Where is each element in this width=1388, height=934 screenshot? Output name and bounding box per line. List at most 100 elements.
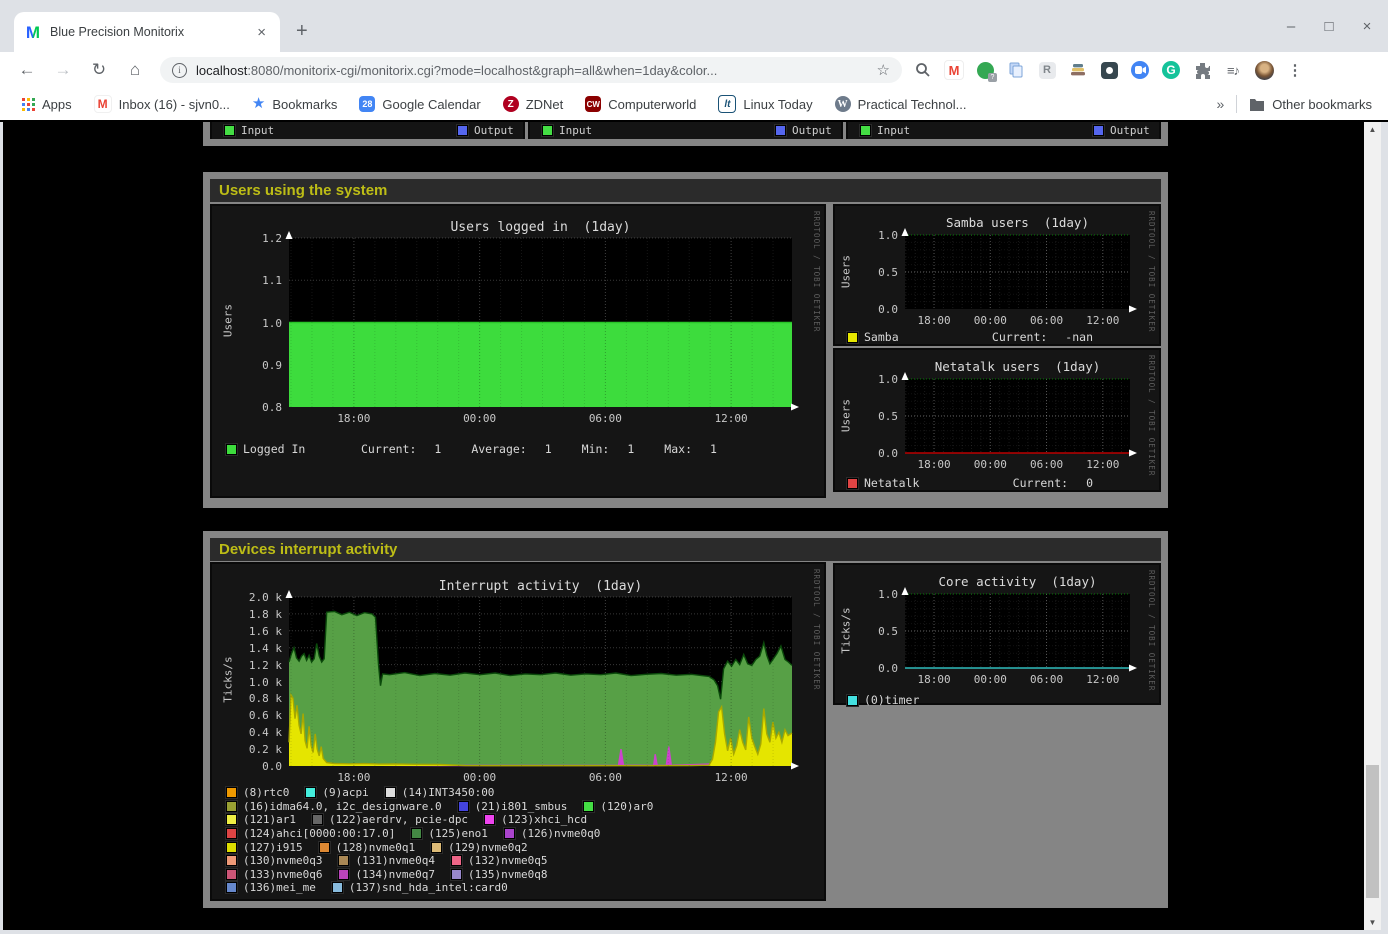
new-tab-button[interactable]: +	[296, 20, 308, 43]
x-tick-label: 12:00	[1078, 458, 1128, 471]
x-tick-label: 06:00	[580, 412, 630, 425]
interrupt-graph-legend: (8)rtc0(9)acpi(14)INT3450:00(16)idma64.0…	[226, 786, 816, 895]
browser-tab[interactable]: M Blue Precision Monitorix ×	[14, 12, 280, 52]
address-bar[interactable]: i localhost:8080/monitorix-cgi/monitorix…	[160, 57, 902, 83]
bookmark-item-calendar[interactable]: 28Google Calendar	[359, 96, 480, 112]
bookmark-item-cw[interactable]: CWComputerworld	[585, 96, 696, 112]
browser-window: M Blue Precision Monitorix × + – □ × ← →…	[0, 0, 1388, 934]
interrupt-legend-item: (137)snd_hda_intel:card0	[332, 881, 508, 894]
users-logged-in-panel: Users logged in (1day) Users RRDTOOL / T…	[210, 204, 826, 498]
interrupt-legend-item: (133)nvme0q6	[226, 868, 322, 881]
y-tick-label: 0.5	[835, 626, 898, 637]
legend-item: (0)timer	[847, 693, 919, 707]
interrupt-legend-item: (14)INT3450:00	[385, 786, 495, 799]
other-bookmarks-button[interactable]: Other bookmarks	[1272, 97, 1372, 112]
samba-users-graph[interactable]	[905, 235, 1130, 309]
scroll-up-arrow[interactable]: ▲	[1364, 122, 1381, 137]
playlist-icon[interactable]: ≡♪	[1222, 59, 1244, 81]
legend-item: Netatalk	[847, 476, 919, 490]
forward-button[interactable]: →	[50, 57, 76, 83]
zdnet-icon: Z	[503, 96, 519, 112]
window-minimize-button[interactable]: –	[1278, 18, 1304, 35]
window-close-button[interactable]: ×	[1354, 18, 1380, 35]
copy-pages-icon[interactable]	[1005, 59, 1027, 81]
core-activity-graph[interactable]	[905, 594, 1130, 668]
x-tick-label: 18:00	[329, 412, 379, 425]
keeper-icon[interactable]	[1098, 59, 1120, 81]
bookmark-item-apps-grid[interactable]: Apps	[22, 97, 72, 112]
cutoff-graph-panel[interactable]: InputOutput	[528, 122, 843, 139]
history-r-icon[interactable]: R	[1036, 59, 1058, 81]
interrupt-activity-graph[interactable]	[289, 597, 792, 766]
calendar-icon: 28	[359, 96, 375, 112]
window-maximize-button[interactable]: □	[1316, 18, 1342, 35]
legend-item: Logged In	[226, 442, 353, 456]
interrupt-legend-row: (121)ar1(122)aerdrv, pcie-dpc(123)xhci_h…	[226, 813, 816, 827]
phone-icon[interactable]: ?	[974, 59, 996, 81]
folder-icon	[1249, 97, 1265, 111]
x-tick-label: 12:00	[706, 412, 756, 425]
interrupt-legend-item: (21)i801_smbus	[458, 800, 568, 813]
y-tick-label: 0.8	[212, 402, 282, 413]
bookmarks-overflow-chevron[interactable]: »	[1217, 96, 1225, 112]
scrollbar-thumb[interactable]	[1366, 765, 1379, 898]
cutoff-graph-panel[interactable]: InputOutput	[846, 122, 1161, 139]
wordpress-icon: W	[835, 96, 851, 112]
scroll-down-arrow[interactable]: ▼	[1364, 915, 1381, 930]
x-tick-label: 12:00	[1078, 314, 1128, 327]
samba-graph-legend: SambaCurrent:-nan	[847, 330, 1123, 344]
url-host: localhost	[196, 63, 247, 78]
stat-current: Current:-nan	[992, 330, 1093, 344]
vertical-scrollbar[interactable]: ▲ ▼	[1364, 122, 1381, 930]
interrupt-graph-title: Interrupt activity (1day)	[289, 579, 792, 594]
search-icon[interactable]	[912, 59, 934, 81]
tab-close-icon[interactable]: ×	[253, 24, 270, 41]
grammarly-icon[interactable]: G	[1160, 59, 1182, 81]
y-tick-label: 0.0	[835, 663, 898, 674]
legend-stats: Current:1Average:1Min:1Max:1	[361, 442, 747, 456]
interrupt-legend-row: (124)ahci[0000:00:17.0](125)eno1(126)nvm…	[226, 827, 816, 841]
zoom-camera-icon[interactable]	[1129, 59, 1151, 81]
linuxtoday-icon: lt	[718, 95, 736, 113]
profile-avatar-icon[interactable]	[1253, 59, 1275, 81]
x-tick-label: 18:00	[329, 771, 379, 784]
y-tick-label: 0.5	[835, 267, 898, 278]
extensions-puzzle-icon[interactable]	[1191, 59, 1213, 81]
monitorix-page: InputOutputInputOutputInputOutput Users …	[3, 122, 1364, 930]
y-tick-label: 0.0	[835, 304, 898, 315]
svg-text:M: M	[26, 23, 40, 41]
y-tick-label: 1.4 k	[212, 643, 282, 654]
gmail-icon[interactable]: M	[943, 59, 965, 81]
bookmark-item-zdnet[interactable]: ZZDNet	[503, 96, 564, 112]
netatalk-graph-legend: NetatalkCurrent:0	[847, 476, 1123, 490]
bookmark-item-linuxtoday[interactable]: ltLinux Today	[718, 95, 812, 113]
interrupt-legend-row: (130)nvme0q3(131)nvme0q4(132)nvme0q5	[226, 854, 816, 868]
y-tick-label: 0.5	[835, 411, 898, 422]
url-text[interactable]: localhost:8080/monitorix-cgi/monitorix.c…	[196, 63, 871, 78]
x-tick-label: 06:00	[1022, 673, 1072, 686]
browser-toolbar: ← → ↻ ⌂ i localhost:8080/monitorix-cgi/m…	[0, 52, 1388, 88]
cutoff-graph-panel[interactable]: InputOutput	[210, 122, 525, 139]
users-logged-in-graph[interactable]	[289, 238, 792, 407]
interrupt-legend-item: (122)aerdrv, pcie-dpc	[312, 813, 468, 826]
top-partial-section: InputOutputInputOutputInputOutput	[203, 122, 1168, 146]
back-button[interactable]: ←	[14, 57, 40, 83]
devices-section-title: Devices interrupt activity	[210, 538, 1161, 561]
bookmark-item-wordpress[interactable]: WPractical Technol...	[835, 96, 967, 112]
y-tick-label: 1.0	[835, 374, 898, 385]
reload-button[interactable]: ↻	[86, 57, 112, 83]
site-info-icon[interactable]: i	[172, 63, 187, 78]
y-tick-label: 1.0 k	[212, 677, 282, 688]
x-tick-label: 12:00	[706, 771, 756, 784]
bookmark-item-gmail[interactable]: MInbox (16) - sjvn0...	[94, 95, 230, 113]
interrupt-legend-item: (136)mei_me	[226, 881, 316, 894]
bookmark-item-star[interactable]: ★Bookmarks	[252, 96, 337, 112]
home-button[interactable]: ⌂	[122, 57, 148, 83]
books-stack-icon[interactable]	[1067, 59, 1089, 81]
netatalk-users-graph[interactable]	[905, 379, 1130, 453]
bookmark-label: Apps	[42, 97, 72, 112]
y-tick-label: 1.1	[212, 275, 282, 286]
interrupt-legend-item: (134)nvme0q7	[338, 868, 434, 881]
menu-kebab-icon[interactable]: ⋮	[1284, 59, 1306, 81]
bookmark-star-icon[interactable]: ☆	[877, 61, 890, 79]
